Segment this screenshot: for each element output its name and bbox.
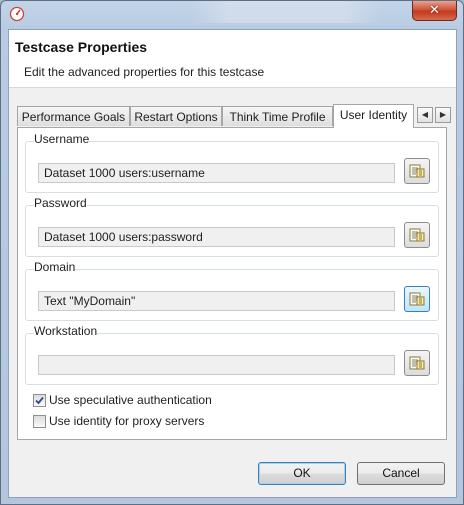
chevron-right-icon: ▶ — [439, 110, 447, 119]
user-identity-panel: Username Dataset 1000 users:username Pas… — [17, 127, 447, 440]
dialog-app-icon — [9, 6, 25, 22]
tab-strip: Performance Goals Restart Options Think … — [17, 104, 451, 128]
ok-button[interactable]: OK — [258, 462, 346, 485]
domain-label: Domain — [34, 260, 76, 274]
checkmark-icon — [35, 396, 44, 405]
username-label: Username — [34, 132, 90, 146]
dataset-browse-icon — [409, 228, 425, 242]
workstation-browse-button[interactable] — [404, 350, 430, 376]
username-field[interactable]: Dataset 1000 users:username — [38, 163, 395, 183]
dataset-browse-icon — [409, 164, 425, 178]
workstation-label: Workstation — [34, 324, 98, 338]
domain-field[interactable]: Text "MyDomain" — [38, 291, 395, 311]
close-button[interactable]: ✕ — [412, 1, 457, 21]
dataset-browse-icon — [409, 292, 425, 306]
speculative-auth-checkbox[interactable] — [33, 394, 46, 407]
proxy-identity-label: Use identity for proxy servers — [49, 414, 205, 428]
background-window-ghost — [191, 1, 381, 23]
domain-group: Domain Text "MyDomain" — [25, 260, 439, 321]
dialog-title: Testcase Properties — [15, 39, 148, 55]
chevron-left-icon: ◀ — [421, 110, 429, 119]
title-bar: ✕ — [1, 1, 463, 29]
dialog-header: Testcase Properties Edit the advanced pr… — [9, 30, 456, 88]
password-label: Password — [34, 196, 87, 210]
tab-scroll-left-button[interactable]: ◀ — [417, 107, 433, 123]
password-group: Password Dataset 1000 users:password — [25, 196, 439, 257]
proxy-identity-checkbox[interactable] — [33, 415, 46, 428]
speculative-auth-label: Use speculative authentication — [49, 393, 212, 407]
username-browse-button[interactable] — [404, 158, 430, 184]
dialog-description: Edit the advanced properties for this te… — [24, 65, 265, 79]
dialog-client: Testcase Properties Edit the advanced pr… — [8, 29, 457, 498]
tab-think-time-profile[interactable]: Think Time Profile — [222, 106, 333, 126]
tab-performance-goals[interactable]: Performance Goals — [17, 106, 130, 126]
domain-browse-button[interactable] — [404, 286, 430, 312]
password-field[interactable]: Dataset 1000 users:password — [38, 227, 395, 247]
tab-user-identity[interactable]: User Identity — [333, 104, 414, 128]
workstation-group: Workstation — [25, 324, 439, 385]
tab-restart-options[interactable]: Restart Options — [130, 106, 222, 126]
tab-scroll-right-button[interactable]: ▶ — [435, 107, 451, 123]
workstation-field[interactable] — [38, 355, 395, 375]
password-browse-button[interactable] — [404, 222, 430, 248]
close-icon: ✕ — [429, 3, 440, 18]
dialog-window: ✕ Testcase Properties Edit the advanced … — [0, 0, 464, 505]
username-group: Username Dataset 1000 users:username — [25, 132, 439, 193]
cancel-button[interactable]: Cancel — [357, 462, 445, 485]
dataset-browse-icon — [409, 356, 425, 370]
